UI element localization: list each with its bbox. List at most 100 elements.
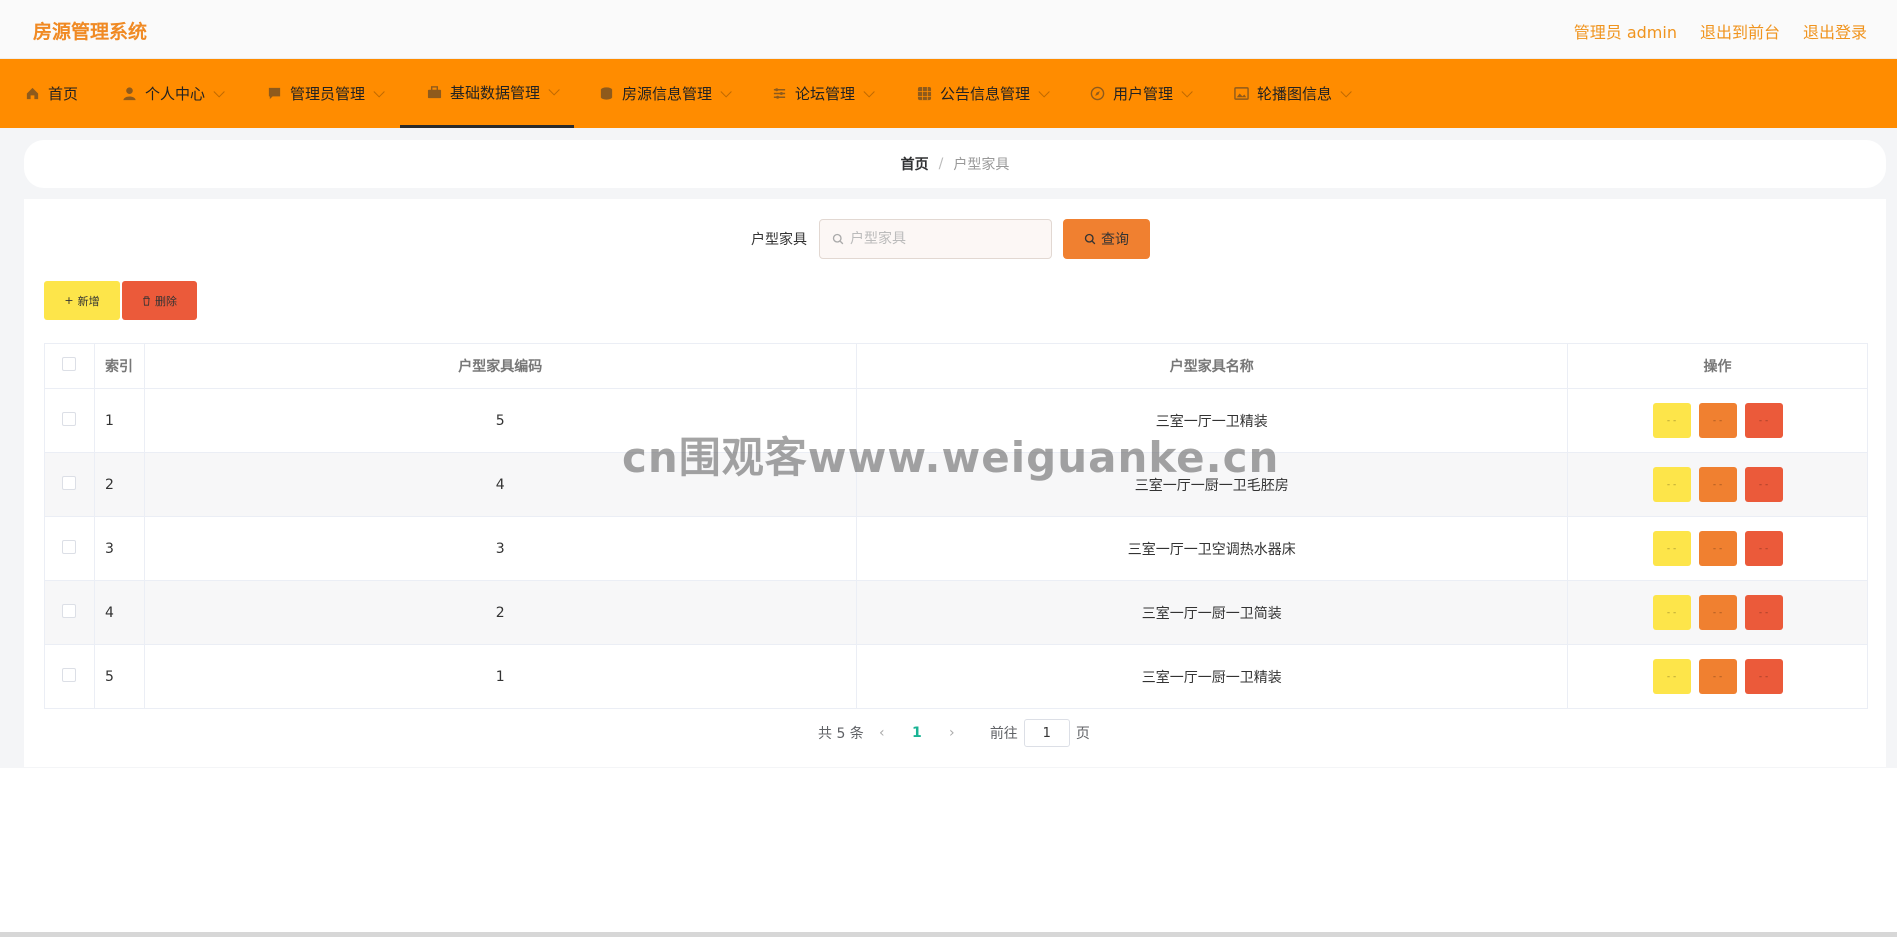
- header-links: 管理员 admin 退出到前台 退出登录: [1574, 19, 1867, 43]
- breadcrumb-current: 户型家具: [953, 157, 1010, 173]
- column-header-name: 户型家具名称: [855, 343, 1569, 389]
- row-edit-button[interactable]: - -: [1698, 595, 1737, 630]
- row-delete-button[interactable]: - -: [1744, 467, 1783, 502]
- goto-page-input[interactable]: [1023, 719, 1070, 747]
- total-count: 共 5 条: [818, 726, 864, 742]
- nav-item-admin-management[interactable]: 管理员管理: [266, 59, 385, 128]
- chevron-down-icon: [548, 84, 560, 96]
- row-edit-button[interactable]: - -: [1698, 467, 1737, 502]
- row-delete-button[interactable]: - -: [1744, 659, 1783, 694]
- row-checkbox[interactable]: [62, 539, 77, 554]
- search-icon: [832, 230, 844, 249]
- breadcrumb-home[interactable]: 首页: [901, 154, 929, 174]
- row-index: 1: [93, 388, 145, 453]
- home-icon: [24, 86, 40, 102]
- row-view-button[interactable]: - -: [1652, 531, 1691, 566]
- row-view-button[interactable]: - -: [1652, 403, 1691, 438]
- nav-label: 公告信息管理: [940, 85, 1031, 103]
- row-checkbox[interactable]: [62, 603, 77, 618]
- row-ops: - - - - - -: [1567, 388, 1868, 453]
- nav-item-profile[interactable]: 个人中心: [121, 59, 225, 128]
- row-ops: - - - - - -: [1567, 580, 1868, 645]
- logout-link[interactable]: 退出登录: [1803, 19, 1867, 43]
- row-code: 5: [143, 388, 857, 453]
- row-ops: - - - - - -: [1567, 516, 1868, 581]
- search-button[interactable]: 查询: [1063, 219, 1150, 259]
- sliders-icon: [771, 86, 787, 102]
- nav-item-home[interactable]: 首页: [24, 59, 78, 128]
- row-edit-button[interactable]: - -: [1698, 531, 1737, 566]
- page-number[interactable]: 1: [900, 725, 934, 741]
- row-select-cell: [44, 580, 95, 645]
- back-to-front-link[interactable]: 退出到前台: [1700, 19, 1780, 43]
- add-button[interactable]: + 新增: [44, 281, 120, 320]
- admin-user-label[interactable]: 管理员 admin: [1574, 19, 1677, 43]
- row-name: 三室一厅一卫精装: [855, 388, 1569, 453]
- nav-item-basic-data[interactable]: 基础数据管理: [400, 59, 574, 128]
- search-label: 户型家具: [751, 232, 807, 248]
- nav-label: 轮播图信息: [1257, 85, 1333, 103]
- coin-icon: [598, 86, 614, 102]
- bottom-scrollbar[interactable]: [0, 932, 1897, 937]
- breadcrumb: 首页 / 户型家具: [24, 140, 1886, 188]
- table-row: 1 5 三室一厅一卫精装 - - - - - -: [44, 388, 1868, 453]
- row-view-button[interactable]: - -: [1652, 595, 1691, 630]
- chevron-down-icon: [213, 85, 225, 98]
- grid-icon: [916, 86, 932, 102]
- chevron-down-icon: [1181, 85, 1193, 98]
- nav-item-carousel[interactable]: 轮播图信息: [1233, 59, 1352, 128]
- nav-item-listings[interactable]: 房源信息管理: [598, 59, 732, 128]
- column-header-index: 索引: [93, 343, 145, 389]
- row-view-button[interactable]: - -: [1652, 467, 1691, 502]
- pagination: 共 5 条 ‹ 1 › 前往 页: [818, 719, 1090, 747]
- row-delete-button[interactable]: - -: [1744, 595, 1783, 630]
- chat-icon: [266, 86, 282, 102]
- row-name: 三室一厅一厨一卫毛胚房: [855, 452, 1569, 517]
- row-edit-button[interactable]: - -: [1698, 403, 1737, 438]
- select-all-checkbox[interactable]: [62, 357, 77, 371]
- row-checkbox[interactable]: [62, 411, 77, 426]
- add-button-label: 新增: [77, 294, 100, 308]
- user-icon: [121, 86, 137, 102]
- delete-button-label: 删除: [155, 294, 177, 308]
- chevron-down-icon: [373, 85, 385, 98]
- row-index: 5: [93, 644, 145, 709]
- nav-label: 管理员管理: [290, 85, 366, 103]
- table-row: 3 3 三室一厅一卫空调热水器床 - - - - - -: [44, 516, 1868, 581]
- row-code: 4: [143, 452, 857, 517]
- table-row: 2 4 三室一厅一厨一卫毛胚房 - - - - - -: [44, 452, 1868, 517]
- row-view-button[interactable]: - -: [1652, 659, 1691, 694]
- prev-page-button[interactable]: ‹: [864, 725, 900, 741]
- nav-label: 论坛管理: [795, 85, 856, 103]
- delete-button[interactable]: 删除: [122, 281, 197, 320]
- row-select-cell: [44, 644, 95, 709]
- nav-item-users[interactable]: 用户管理: [1089, 59, 1193, 128]
- select-all-cell: [44, 343, 95, 389]
- breadcrumb-separator: /: [938, 156, 944, 172]
- nav-label: 基础数据管理: [450, 83, 541, 102]
- nav-item-forum[interactable]: 论坛管理: [771, 59, 875, 128]
- main-nav: 首页 个人中心 管理员管理 基础数据管理 房源信息管理 论坛管理 公告信息管理 …: [0, 59, 1897, 128]
- row-index: 4: [93, 580, 145, 645]
- row-select-cell: [44, 388, 95, 453]
- row-code: 2: [143, 580, 857, 645]
- plus-icon: +: [64, 294, 74, 307]
- search-field[interactable]: [819, 219, 1052, 259]
- search-input[interactable]: [850, 231, 1040, 247]
- next-page-button[interactable]: ›: [934, 725, 970, 741]
- row-code: 3: [143, 516, 857, 581]
- data-table: 索引 户型家具编码 户型家具名称 操作 1 5 三室一厅一卫精装 - - - -…: [44, 343, 1868, 709]
- nav-label: 房源信息管理: [622, 85, 713, 103]
- chevron-down-icon: [720, 85, 732, 98]
- row-checkbox[interactable]: [62, 667, 77, 682]
- row-delete-button[interactable]: - -: [1744, 531, 1783, 566]
- row-edit-button[interactable]: - -: [1698, 659, 1737, 694]
- row-checkbox[interactable]: [62, 475, 77, 490]
- row-ops: - - - - - -: [1567, 452, 1868, 517]
- row-ops: - - - - - -: [1567, 644, 1868, 709]
- row-name: 三室一厅一卫空调热水器床: [855, 516, 1569, 581]
- nav-label: 个人中心: [145, 85, 206, 103]
- nav-item-announcements[interactable]: 公告信息管理: [916, 59, 1050, 128]
- row-delete-button[interactable]: - -: [1744, 403, 1783, 438]
- nav-label: 首页: [48, 85, 79, 103]
